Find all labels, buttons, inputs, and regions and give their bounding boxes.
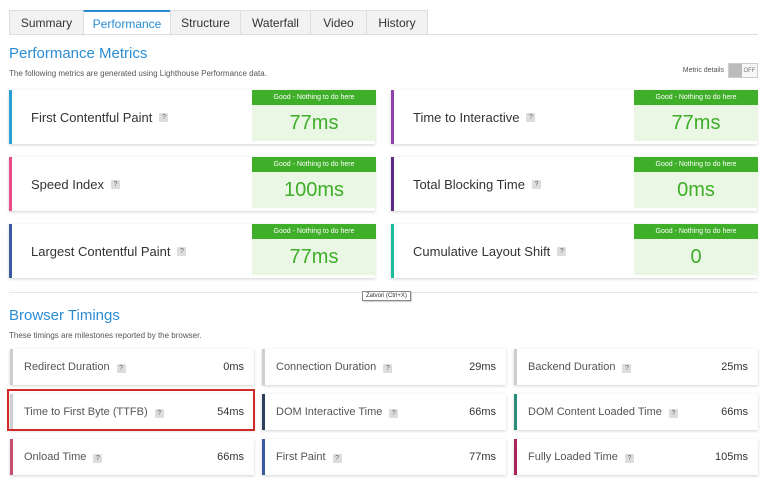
help-icon[interactable]: ?: [624, 454, 634, 463]
metric-name: Speed Index?: [31, 157, 121, 211]
timing-label: DOM Interactive Time: [276, 406, 383, 418]
help-icon[interactable]: ?: [177, 246, 187, 256]
timing-card: DOM Interactive Time? 66ms: [262, 394, 506, 430]
timing-value: 66ms: [721, 406, 748, 418]
status-badge: Good - Nothing to do here: [634, 224, 758, 239]
timing-card: Connection Duration? 29ms: [262, 349, 506, 385]
tab-video[interactable]: Video: [310, 10, 367, 35]
status-badge: Good - Nothing to do here: [252, 224, 376, 239]
metric-value: 77ms: [252, 239, 376, 275]
help-icon[interactable]: ?: [622, 364, 632, 373]
timing-card: First Paint? 77ms: [262, 439, 506, 475]
metric-name: First Contentful Paint?: [31, 90, 169, 144]
timing-name: Onload Time?: [24, 451, 103, 463]
metric-card: First Contentful Paint? Good - Nothing t…: [9, 90, 376, 144]
metric-details-control: Metric details OFF: [683, 63, 758, 78]
metric-value: 100ms: [252, 172, 376, 208]
metric-label: Total Blocking Time: [413, 176, 525, 192]
timing-value: 77ms: [469, 451, 496, 463]
tooltip: Zatvori (Ctrl+X): [362, 291, 411, 301]
timing-label: Connection Duration: [276, 361, 377, 373]
timing-label: DOM Content Loaded Time: [528, 406, 662, 418]
help-icon[interactable]: ?: [389, 409, 399, 418]
toggle-state: OFF: [743, 67, 756, 74]
metric-name: Time to Interactive?: [413, 90, 536, 144]
status-badge: Good - Nothing to do here: [252, 90, 376, 105]
timing-value: 105ms: [714, 451, 748, 463]
toggle-knob: [729, 64, 742, 77]
timing-name: First Paint?: [276, 451, 342, 463]
status-badge: Good - Nothing to do here: [634, 90, 758, 105]
help-icon[interactable]: ?: [116, 364, 126, 373]
timing-label: First Paint: [276, 451, 326, 463]
metric-name: Cumulative Layout Shift?: [413, 224, 567, 278]
metric-label: First Contentful Paint: [31, 109, 153, 125]
help-icon[interactable]: ?: [111, 179, 121, 189]
page: Summary Performance Structure Waterfall …: [0, 0, 768, 484]
performance-metrics-title: Performance Metrics: [9, 45, 148, 62]
help-icon[interactable]: ?: [557, 246, 567, 256]
timing-name: DOM Content Loaded Time?: [528, 406, 678, 418]
timing-card: Onload Time? 66ms: [10, 439, 254, 475]
timing-value: 0ms: [223, 361, 244, 373]
metric-label: Time to Interactive: [413, 109, 520, 125]
tab-history[interactable]: History: [366, 10, 428, 35]
metric-value: 77ms: [634, 105, 758, 141]
timing-value: 25ms: [721, 361, 748, 373]
metric-details-label: Metric details: [682, 67, 724, 74]
help-icon[interactable]: ?: [332, 454, 342, 463]
metric-name: Total Blocking Time?: [413, 157, 541, 211]
timing-name: Redirect Duration?: [24, 361, 126, 373]
metric-card: Cumulative Layout Shift? Good - Nothing …: [391, 224, 758, 278]
timing-card: DOM Content Loaded Time? 66ms: [514, 394, 758, 430]
tab-structure[interactable]: Structure: [170, 10, 241, 35]
timing-card: Backend Duration? 25ms: [514, 349, 758, 385]
performance-metrics-subtitle: The following metrics are generated usin…: [9, 69, 267, 78]
metric-value: 0ms: [634, 172, 758, 208]
metric-details-toggle[interactable]: OFF: [728, 63, 758, 78]
tab-summary[interactable]: Summary: [9, 10, 84, 35]
metric-label: Largest Contentful Paint: [31, 243, 171, 259]
timing-label: Backend Duration: [528, 361, 616, 373]
help-icon[interactable]: ?: [93, 454, 103, 463]
metric-label: Cumulative Layout Shift: [413, 243, 551, 259]
help-icon[interactable]: ?: [668, 409, 678, 418]
metric-card: Speed Index? Good - Nothing to do here 1…: [9, 157, 376, 211]
timing-name: Backend Duration?: [528, 361, 632, 373]
metric-card: Time to Interactive? Good - Nothing to d…: [391, 90, 758, 144]
metric-value: 77ms: [252, 105, 376, 141]
timing-label: Redirect Duration: [24, 361, 110, 373]
timing-value: 66ms: [469, 406, 496, 418]
browser-timings-subtitle: These timings are milestones reported by…: [9, 331, 202, 340]
timing-name: Connection Duration?: [276, 361, 393, 373]
metric-card: Total Blocking Time? Good - Nothing to d…: [391, 157, 758, 211]
help-icon[interactable]: ?: [383, 364, 393, 373]
tab-waterfall[interactable]: Waterfall: [240, 10, 311, 35]
timing-label: Fully Loaded Time: [528, 451, 618, 463]
timing-value: 29ms: [469, 361, 496, 373]
metric-value: 0: [634, 239, 758, 275]
timing-name: DOM Interactive Time?: [276, 406, 399, 418]
help-icon[interactable]: ?: [532, 179, 541, 189]
browser-timings-title: Browser Timings: [9, 307, 120, 324]
tab-bar: Summary Performance Structure Waterfall …: [9, 10, 428, 36]
timing-value: 66ms: [217, 451, 244, 463]
timing-card: Redirect Duration? 0ms: [10, 349, 254, 385]
status-badge: Good - Nothing to do here: [252, 157, 376, 172]
metric-card: Largest Contentful Paint? Good - Nothing…: [9, 224, 376, 278]
timing-label: Onload Time: [24, 451, 87, 463]
timing-name: Fully Loaded Time?: [528, 451, 634, 463]
timing-card: Fully Loaded Time? 105ms: [514, 439, 758, 475]
ttfb-highlight-box: [7, 389, 255, 431]
tab-divider: [9, 34, 758, 35]
metric-label: Speed Index: [31, 176, 105, 192]
help-icon[interactable]: ?: [159, 112, 169, 122]
tab-performance[interactable]: Performance: [83, 10, 171, 36]
metric-name: Largest Contentful Paint?: [31, 224, 187, 278]
help-icon[interactable]: ?: [526, 112, 536, 122]
status-badge: Good - Nothing to do here: [634, 157, 758, 172]
